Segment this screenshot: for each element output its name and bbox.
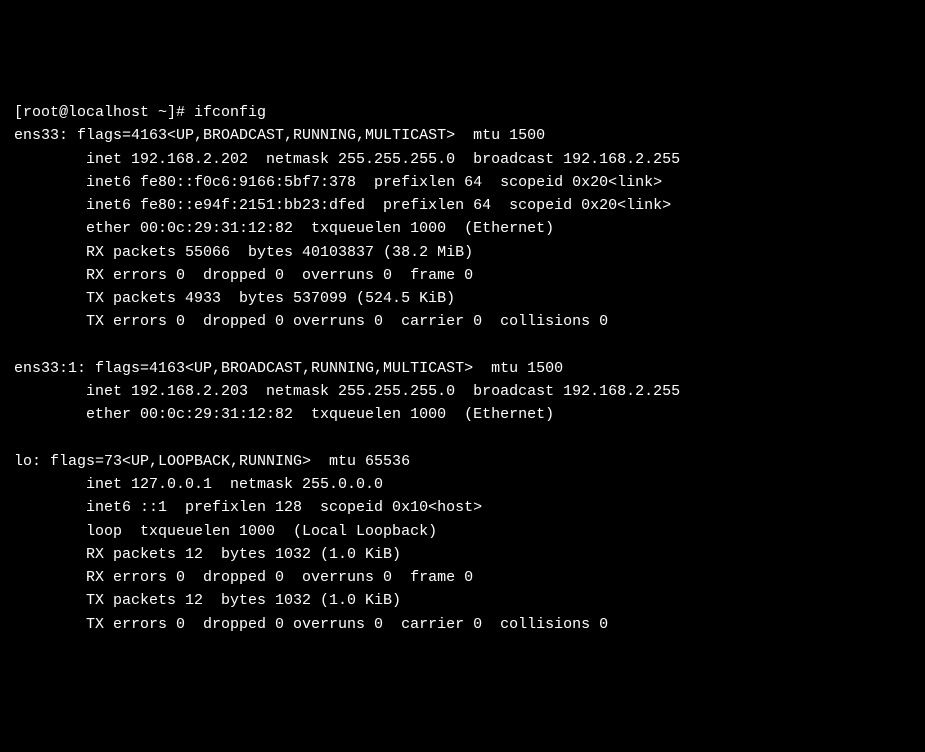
iface-rx-errors: RX errors 0 dropped 0 overruns 0 frame 0 (14, 267, 473, 284)
iface-header: ens33:1: flags=4163<UP,BROADCAST,RUNNING… (14, 360, 563, 377)
iface-inet: inet 192.168.2.202 netmask 255.255.255.0… (14, 151, 680, 168)
iface-header: lo: flags=73<UP,LOOPBACK,RUNNING> mtu 65… (14, 453, 410, 470)
iface-tx-errors: TX errors 0 dropped 0 overruns 0 carrier… (14, 313, 608, 330)
iface-inet: inet 192.168.2.203 netmask 255.255.255.0… (14, 383, 680, 400)
iface-ether: ether 00:0c:29:31:12:82 txqueuelen 1000 … (14, 220, 554, 237)
prompt-line: [root@localhost ~]# ifconfig (14, 104, 266, 121)
iface-inet6: inet6 fe80::f0c6:9166:5bf7:378 prefixlen… (14, 174, 662, 191)
iface-tx-packets: TX packets 12 bytes 1032 (1.0 KiB) (14, 592, 401, 609)
terminal-output[interactable]: [root@localhost ~]# ifconfig ens33: flag… (14, 101, 911, 636)
iface-header: ens33: flags=4163<UP,BROADCAST,RUNNING,M… (14, 127, 545, 144)
iface-ether: ether 00:0c:29:31:12:82 txqueuelen 1000 … (14, 406, 554, 423)
iface-tx-errors: TX errors 0 dropped 0 overruns 0 carrier… (14, 616, 608, 633)
shell-command: ifconfig (194, 104, 266, 121)
iface-loop: loop txqueuelen 1000 (Local Loopback) (14, 523, 437, 540)
interface-ens33-1: ens33:1: flags=4163<UP,BROADCAST,RUNNING… (14, 360, 680, 424)
iface-rx-errors: RX errors 0 dropped 0 overruns 0 frame 0 (14, 569, 473, 586)
interface-lo: lo: flags=73<UP,LOOPBACK,RUNNING> mtu 65… (14, 453, 608, 633)
interface-ens33: ens33: flags=4163<UP,BROADCAST,RUNNING,M… (14, 127, 680, 330)
iface-rx-packets: RX packets 55066 bytes 40103837 (38.2 Mi… (14, 244, 473, 261)
iface-inet6: inet6 fe80::e94f:2151:bb23:dfed prefixle… (14, 197, 671, 214)
iface-tx-packets: TX packets 4933 bytes 537099 (524.5 KiB) (14, 290, 455, 307)
iface-inet: inet 127.0.0.1 netmask 255.0.0.0 (14, 476, 383, 493)
iface-rx-packets: RX packets 12 bytes 1032 (1.0 KiB) (14, 546, 401, 563)
iface-inet6: inet6 ::1 prefixlen 128 scopeid 0x10<hos… (14, 499, 482, 516)
shell-prompt: [root@localhost ~]# (14, 104, 194, 121)
